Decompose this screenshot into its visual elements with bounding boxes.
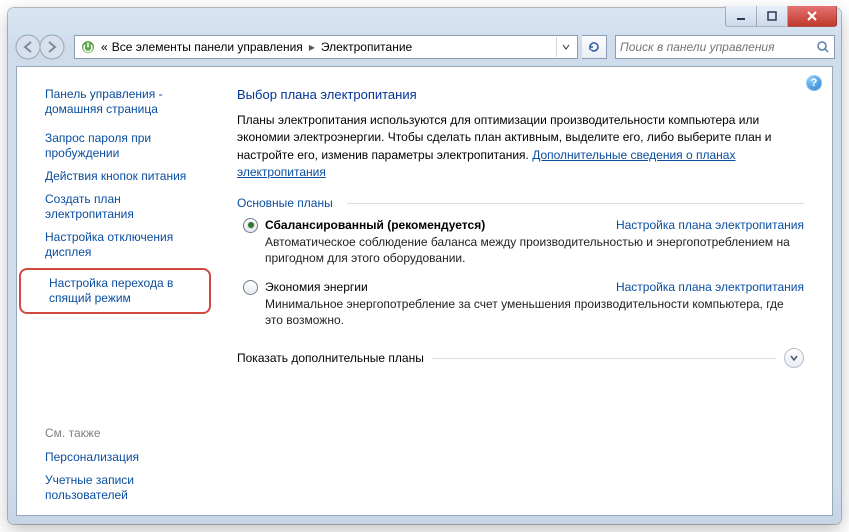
refresh-icon (587, 40, 601, 54)
breadcrumb-separator-icon: ▸ (303, 40, 321, 54)
minimize-button[interactable] (725, 6, 757, 27)
search-input[interactable] (616, 40, 812, 54)
sidebar-link-create-plan[interactable]: Создать план электропитания (17, 188, 217, 226)
sidebar-link-button-actions[interactable]: Действия кнопок питания (17, 165, 217, 188)
close-icon (806, 11, 818, 21)
group-label: Основные планы (237, 196, 804, 210)
sidebar-link-sleep[interactable]: Настройка перехода в спящий режим (19, 268, 211, 314)
sidebar-link-personalization[interactable]: Персонализация (17, 446, 217, 469)
intro-paragraph: Планы электропитания используются для оп… (237, 112, 804, 182)
plan-balanced-settings-link[interactable]: Настройка плана электропитания (616, 218, 804, 232)
breadcrumb-current[interactable]: Электропитание (321, 40, 412, 54)
see-also-label: См. также (17, 426, 217, 440)
sidebar-link-display-off[interactable]: Настройка отключения дисплея (17, 226, 217, 264)
plan-balanced: Сбалансированный (рекомендуется) Настрой… (237, 218, 804, 266)
minimize-icon (736, 11, 746, 21)
nav-bar: « Все элементы панели управления ▸ Элект… (14, 32, 835, 62)
plan-balanced-name[interactable]: Сбалансированный (рекомендуется) (265, 218, 485, 232)
page-title: Выбор плана электропитания (237, 87, 804, 102)
back-forward-icon (14, 33, 70, 61)
plan-eco-radio[interactable] (243, 280, 258, 295)
breadcrumb-parent[interactable]: Все элементы панели управления (112, 40, 303, 54)
control-panel-window: « Все элементы панели управления ▸ Элект… (8, 8, 841, 524)
maximize-button[interactable] (757, 6, 788, 27)
nav-back-forward[interactable] (14, 33, 70, 61)
sidebar-link-home[interactable]: Панель управления - домашняя страница (17, 83, 217, 121)
divider (432, 358, 776, 359)
caption-buttons (725, 6, 837, 27)
plan-balanced-desc: Автоматическое соблюдение баланса между … (265, 234, 804, 266)
sidebar-link-wake-password[interactable]: Запрос пароля при пробуждении (17, 127, 217, 165)
maximize-icon (767, 11, 777, 21)
title-bar (8, 8, 841, 32)
address-dropdown-button[interactable] (556, 37, 575, 57)
sidebar: Панель управления - домашняя страница За… (17, 67, 217, 515)
refresh-button[interactable] (582, 35, 607, 59)
main-pane: ? Выбор плана электропитания Планы элект… (217, 67, 832, 515)
breadcrumb-prefix: « (101, 40, 108, 54)
address-bar[interactable]: « Все элементы панели управления ▸ Элект… (74, 35, 578, 59)
plan-eco-name[interactable]: Экономия энергии (265, 280, 368, 294)
show-more-row: Показать дополнительные планы (237, 348, 804, 368)
plan-balanced-radio[interactable] (243, 218, 258, 233)
client-area: Панель управления - домашняя страница За… (16, 66, 833, 516)
sidebar-link-user-accounts[interactable]: Учетные записи пользователей (17, 469, 217, 507)
plan-eco-desc: Минимальное энергопотребление за счет ум… (265, 296, 804, 328)
help-button[interactable]: ? (806, 75, 822, 91)
close-button[interactable] (788, 6, 837, 27)
plan-eco-settings-link[interactable]: Настройка плана электропитания (616, 280, 804, 294)
show-more-label: Показать дополнительные планы (237, 351, 424, 365)
search-icon (812, 40, 834, 54)
plan-eco: Экономия энергии Настройка плана электро… (237, 280, 804, 328)
power-options-icon (79, 38, 97, 56)
chevron-down-icon (789, 353, 799, 363)
search-box[interactable] (615, 35, 835, 59)
chevron-down-icon (562, 43, 570, 51)
expand-button[interactable] (784, 348, 804, 368)
